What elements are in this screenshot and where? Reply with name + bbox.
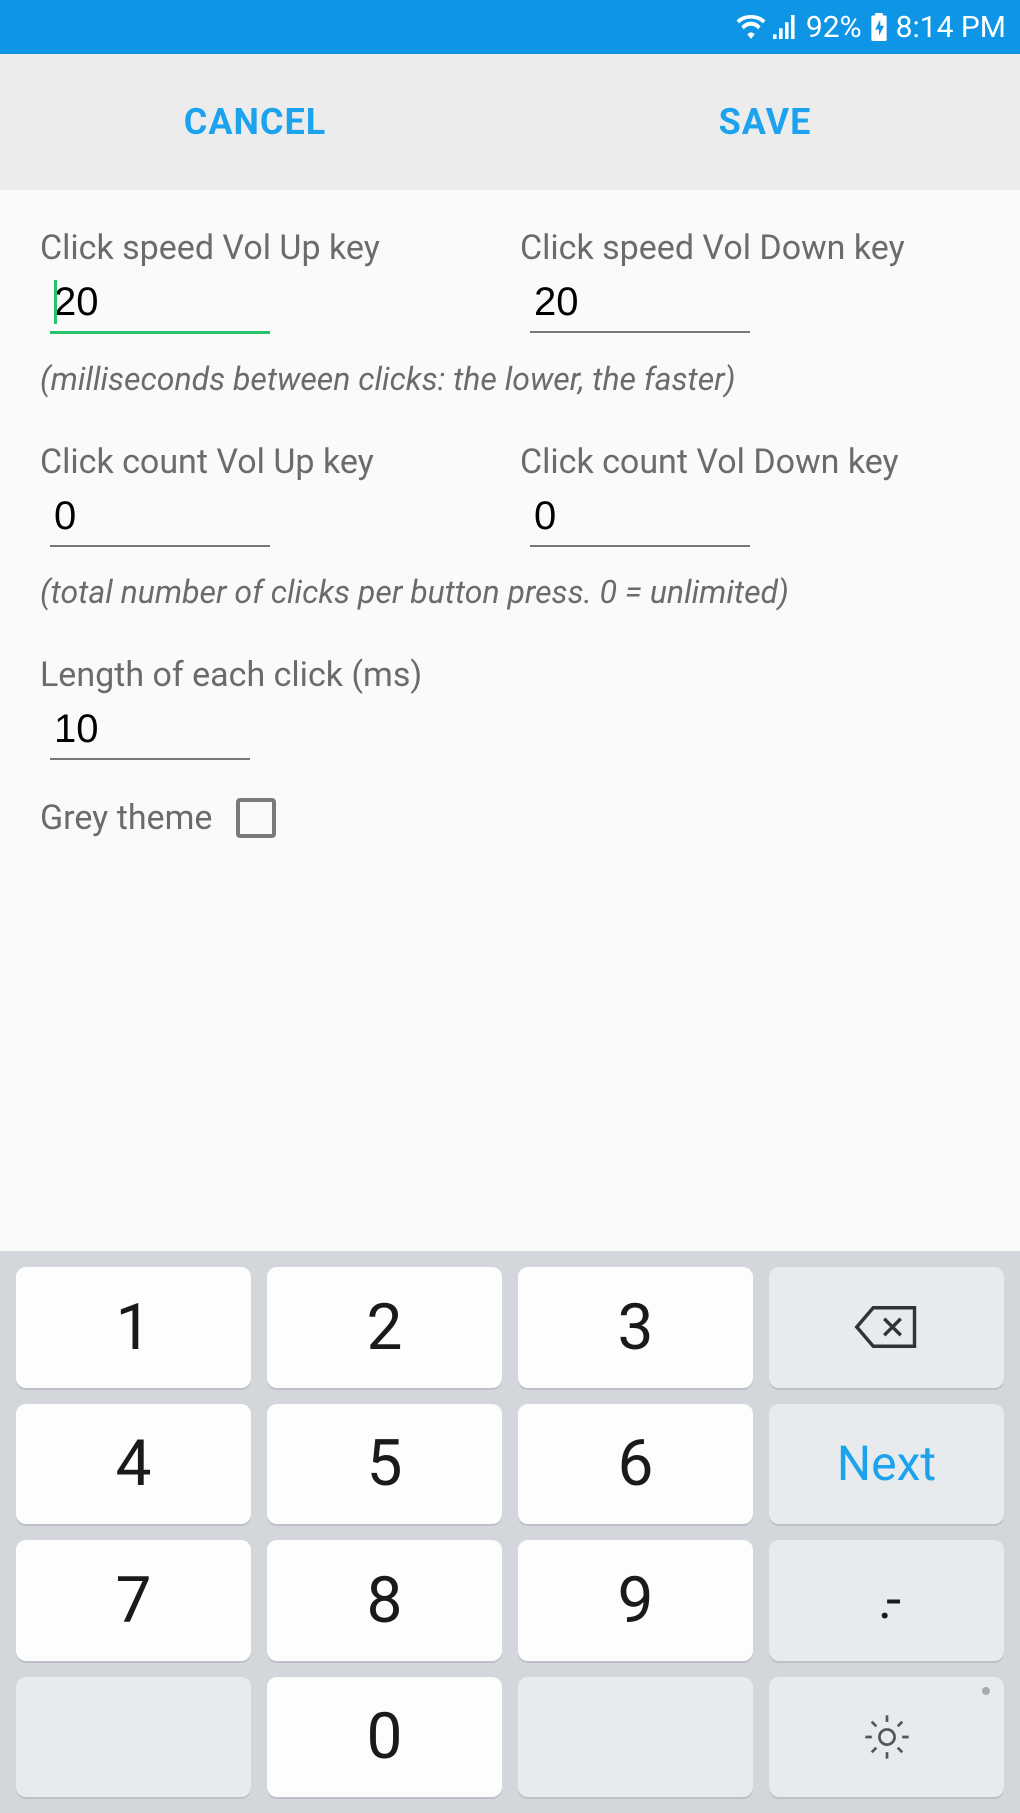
key-symbols[interactable]: .- [769,1540,1004,1661]
battery-charging-icon [870,13,888,41]
battery-percent: 92% [806,10,862,45]
key-0[interactable]: 0 [267,1677,502,1798]
indicator-dot [982,1687,990,1695]
key-6[interactable]: 6 [518,1404,753,1525]
wifi-icon [736,15,766,39]
status-bar: 92% 8:14 PM [0,0,1020,54]
grey-theme-label: Grey theme [40,798,212,838]
key-4[interactable]: 4 [16,1404,251,1525]
key-9[interactable]: 9 [518,1540,753,1661]
key-backspace[interactable] [769,1267,1004,1388]
speed-hint: (milliseconds between clicks: the lower,… [40,360,980,398]
speed-down-input[interactable] [530,278,750,333]
numeric-keyboard: 1 2 3 4 5 6 Next 7 8 9 .- 0 [0,1251,1020,1813]
status-icons [736,15,798,39]
backspace-icon [854,1305,920,1349]
action-row: CANCEL SAVE [0,54,1020,190]
count-hint: (total number of clicks per button press… [40,573,980,611]
length-label: Length of each click (ms) [40,655,980,695]
count-down-input[interactable] [530,492,750,547]
signal-icon [772,15,798,39]
speed-up-label: Click speed Vol Up key [40,228,500,268]
key-blank-right[interactable] [518,1677,753,1798]
cancel-button[interactable]: CANCEL [0,54,510,190]
grey-theme-checkbox[interactable] [236,798,276,838]
key-2[interactable]: 2 [267,1267,502,1388]
count-up-input[interactable] [50,492,270,547]
speed-up-input[interactable] [50,278,270,334]
clock-time: 8:14 PM [896,10,1006,45]
key-next[interactable]: Next [769,1404,1004,1525]
key-settings[interactable] [769,1677,1004,1798]
settings-form: Click speed Vol Up key Click speed Vol D… [0,190,1020,1251]
key-3[interactable]: 3 [518,1267,753,1388]
text-cursor [54,280,57,324]
save-button[interactable]: SAVE [510,54,1020,190]
gear-icon [861,1711,913,1763]
length-input[interactable] [50,705,250,760]
key-7[interactable]: 7 [16,1540,251,1661]
count-down-label: Click count Vol Down key [520,442,980,482]
key-blank-left[interactable] [16,1677,251,1798]
key-8[interactable]: 8 [267,1540,502,1661]
speed-down-label: Click speed Vol Down key [520,228,980,268]
count-up-label: Click count Vol Up key [40,442,500,482]
key-5[interactable]: 5 [267,1404,502,1525]
key-1[interactable]: 1 [16,1267,251,1388]
